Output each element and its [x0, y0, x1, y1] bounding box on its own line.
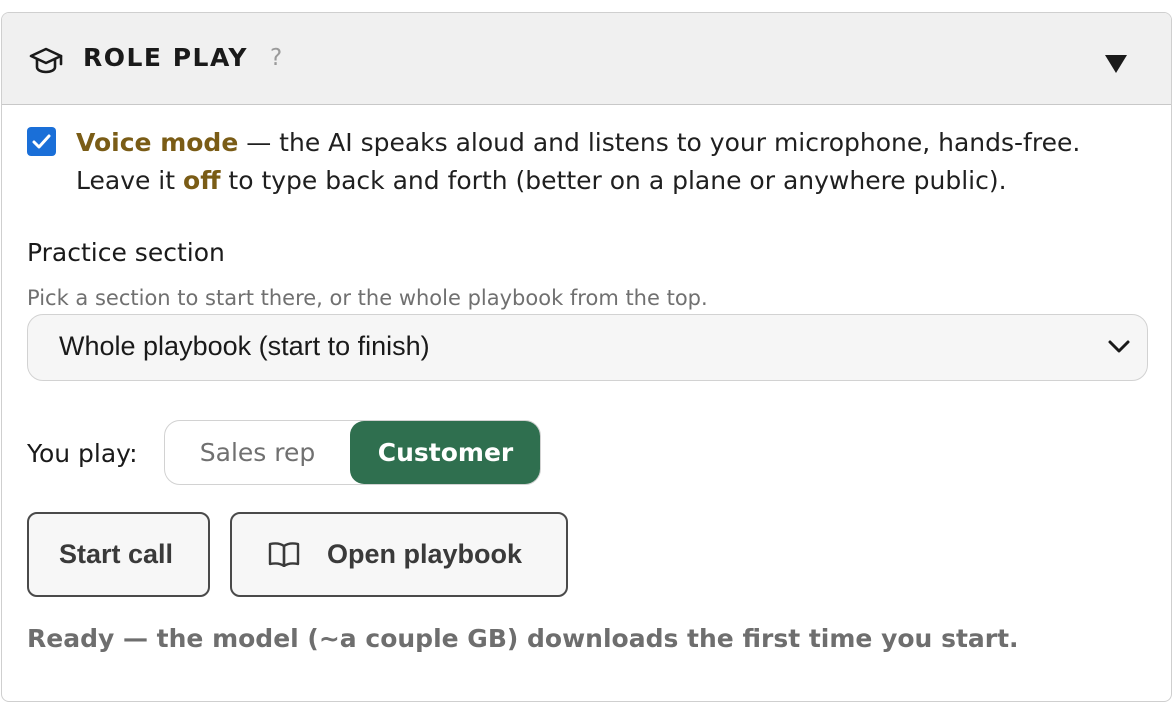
panel-header[interactable]: ROLE PLAY ? [2, 13, 1171, 105]
start-call-label: Start call [59, 539, 174, 569]
open-playbook-label: Open playbook [327, 539, 523, 569]
panel-title: ROLE PLAY [83, 43, 249, 72]
triangle-down-icon[interactable] [1104, 53, 1128, 75]
voice-mode-off-label: off [183, 166, 221, 195]
role-toggle: Sales rep Customer [164, 420, 541, 485]
practice-section-hint: Pick a section to start there, or the wh… [27, 286, 708, 310]
voice-mode-checkbox[interactable] [27, 127, 56, 156]
practice-section-select[interactable]: Whole playbook (start to finish) [27, 314, 1148, 381]
start-call-button[interactable]: Start call [27, 512, 210, 597]
chevron-down-icon [1108, 340, 1130, 353]
voice-mode-label[interactable]: Voice mode [76, 128, 238, 157]
you-play-label: You play: [27, 439, 138, 468]
status-message: Ready — the model (~a couple GB) downloa… [27, 624, 1019, 653]
practice-section-label: Practice section [27, 238, 225, 267]
role-option-sales-rep[interactable]: Sales rep [165, 421, 350, 484]
voice-mode-description: Voice mode — the AI speaks aloud and lis… [76, 124, 1156, 200]
checkmark-icon [32, 134, 51, 149]
open-playbook-button[interactable]: Open playbook [230, 512, 568, 597]
book-open-icon [268, 542, 300, 567]
help-icon[interactable]: ? [270, 45, 282, 71]
voice-mode-text-2: to type back and forth (better on a plan… [220, 166, 1007, 195]
role-option-customer[interactable]: Customer [350, 421, 540, 484]
practice-section-value: Whole playbook (start to finish) [59, 331, 430, 361]
graduation-cap-icon [29, 47, 63, 74]
